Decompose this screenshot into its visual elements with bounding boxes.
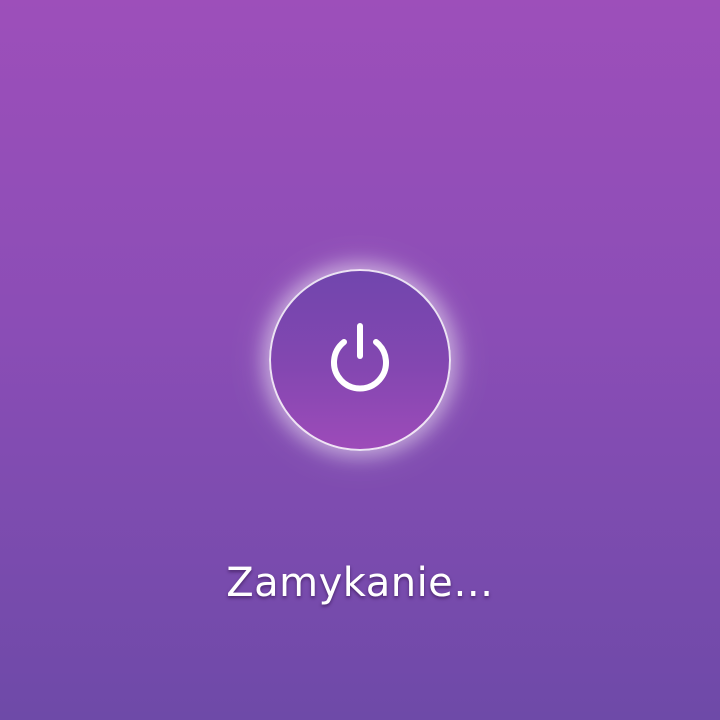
power-icon	[331, 323, 389, 392]
shutdown-screen: Zamykanie…	[0, 0, 720, 720]
shutdown-status-text: Zamykanie…	[226, 560, 494, 606]
power-button-circle	[269, 269, 451, 451]
